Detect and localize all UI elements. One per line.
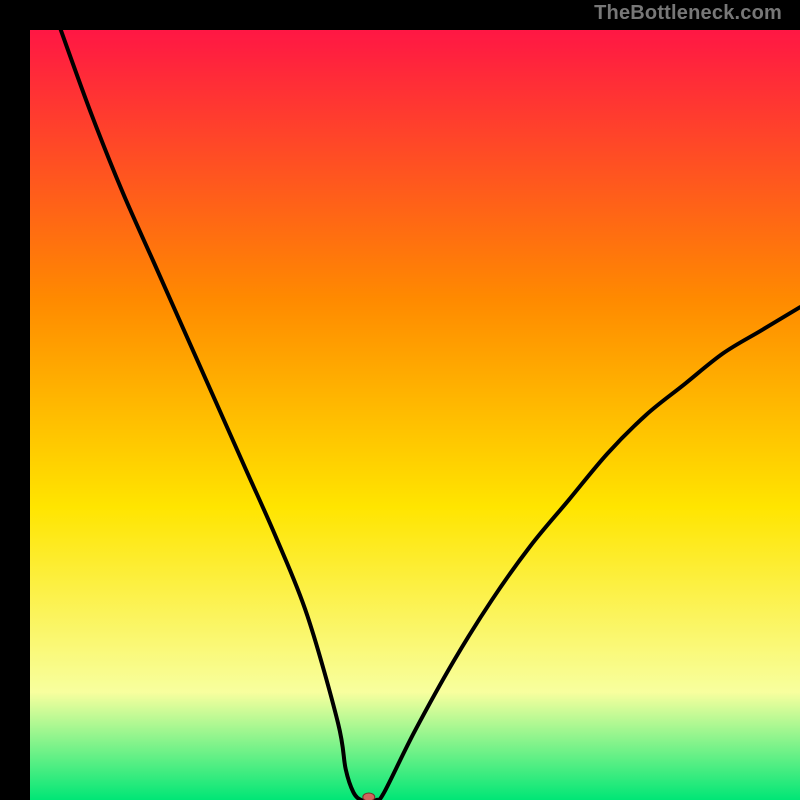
optimal-point-marker (363, 793, 375, 800)
chart-frame (15, 15, 785, 785)
watermark-text: TheBottleneck.com (594, 2, 782, 25)
bottleneck-chart (30, 30, 800, 800)
gradient-background (30, 30, 800, 800)
